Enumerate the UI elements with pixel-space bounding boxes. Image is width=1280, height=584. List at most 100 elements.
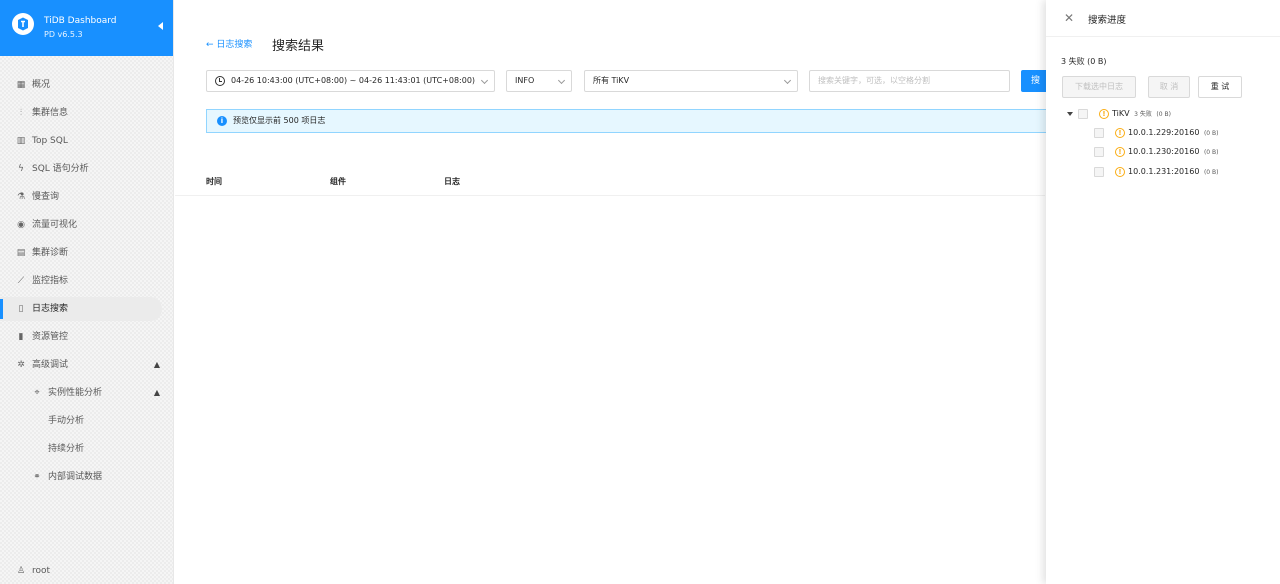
sidebar: TiDB Dashboard PD v6.5.3 ▦ 概况 ⫶ 集群信息 ▥ T… <box>0 0 174 584</box>
sidebar-item-label: 监控指标 <box>32 276 69 286</box>
sidebar-item-label: 概况 <box>32 80 51 90</box>
tidb-logo-icon <box>12 13 34 35</box>
sidebar-item-manual-profiling[interactable]: 手动分析 <box>0 409 162 433</box>
column-component: 组件 <box>330 177 346 186</box>
sidebar-item-instance-profiling[interactable]: ⌖ 实例性能分析 ▲ <box>0 381 162 405</box>
file-search-icon: ▯ <box>18 304 24 314</box>
retry-button[interactable]: 重 试 <box>1198 76 1242 98</box>
sidebar-item-label: 持续分析 <box>48 444 85 454</box>
tree-node-size: (0 B) <box>1203 169 1219 176</box>
tree-node-size: (0 B) <box>1203 130 1219 137</box>
collapse-sidebar-icon[interactable] <box>158 22 163 30</box>
sidebar-menu: ▦ 概况 ⫶ 集群信息 ▥ Top SQL ϟ SQL 语句分析 ⚗ 慢查询 ◉… <box>0 69 174 493</box>
component-select[interactable]: 所有 TiKV <box>584 70 798 92</box>
chart-icon: ▥ <box>16 136 26 146</box>
sidebar-item-advanced-debug[interactable]: ✲ 高级调试 ▲ <box>0 353 162 377</box>
sidebar-item-top-sql[interactable]: ▥ Top SQL <box>0 129 162 153</box>
sidebar-item-label: 集群诊断 <box>32 248 69 258</box>
caret-down-icon[interactable] <box>1067 112 1073 116</box>
brand-header[interactable]: TiDB Dashboard PD v6.5.3 <box>0 0 173 56</box>
tree-node-label: 10.0.1.230:20160 <box>1128 147 1200 156</box>
sidebar-item-user[interactable]: ♙ root <box>0 559 162 583</box>
sidebar-item-log-search[interactable]: ▯ 日志搜索 <box>0 297 162 321</box>
sidebar-item-label: 集群信息 <box>32 108 69 118</box>
page-title: 搜索结果 <box>272 39 325 54</box>
sidebar-item-key-visualizer[interactable]: ◉ 流量可视化 <box>0 213 162 237</box>
sidebar-item-label: 内部调试数据 <box>48 472 103 482</box>
drawer-title: 搜索进度 <box>1088 15 1127 26</box>
sidebar-item-overview[interactable]: ▦ 概况 <box>0 73 162 97</box>
chevron-down-icon <box>557 76 566 85</box>
sidebar-item-sql-statements[interactable]: ϟ SQL 语句分析 <box>0 157 162 181</box>
tree-node-label: 10.0.1.229:20160 <box>1128 128 1200 137</box>
aim-icon: ⌖ <box>34 388 40 398</box>
dashboard-icon: ▦ <box>16 80 26 90</box>
warning-icon: ! <box>1099 109 1109 119</box>
search-button[interactable]: 搜 <box>1021 70 1047 92</box>
log-level-select[interactable]: INFO <box>506 70 572 92</box>
sidebar-item-diagnose[interactable]: ▤ 集群诊断 <box>0 241 162 265</box>
download-selected-logs-button[interactable]: 下载选中日志 <box>1062 76 1136 98</box>
app-title: TiDB Dashboard <box>44 16 117 26</box>
sidebar-item-continuous-profiling[interactable]: 持续分析 <box>0 437 162 461</box>
time-range-value: 04-26 10:43:00 (UTC+08:00) ~ 04-26 11:43… <box>231 76 476 85</box>
line-chart-icon: ⟋ <box>17 276 25 286</box>
sidebar-item-label: 资源管控 <box>32 332 69 342</box>
app-version: PD v6.5.3 <box>44 30 83 39</box>
tree-checkbox[interactable] <box>1094 167 1104 177</box>
sidebar-item-debug-api[interactable]: ⚭ 内部调试数据 <box>0 465 162 489</box>
sidebar-item-label: Top SQL <box>32 136 68 146</box>
log-level-value: INFO <box>515 76 535 85</box>
sidebar-item-label: 手动分析 <box>48 416 85 426</box>
info-icon: i <box>217 116 227 126</box>
chevron-down-icon <box>480 76 489 85</box>
sidebar-item-label: 日志搜索 <box>32 304 69 314</box>
warning-icon: ! <box>1115 128 1125 138</box>
sidebar-user-label: root <box>32 566 51 576</box>
alert-text: 预览仅显示前 500 项日志 <box>233 116 326 125</box>
time-range-picker[interactable]: 04-26 10:43:00 (UTC+08:00) ~ 04-26 11:43… <box>206 70 495 92</box>
tree-node-instance[interactable]: ! 10.0.1.230:20160 (0 B) <box>1067 145 1267 159</box>
search-progress-drawer: ✕ 搜索进度 3 失败 (0 B) 下载选中日志 取 消 重 试 ! TiKV … <box>1046 0 1280 584</box>
tree-node-size: (0 B) <box>1203 149 1219 156</box>
chevron-up-icon: ▲ <box>153 360 160 369</box>
file-icon: ▤ <box>16 248 26 258</box>
sidebar-item-monitoring[interactable]: ⟋ 监控指标 <box>0 269 162 293</box>
book-icon: ▮ <box>18 332 24 342</box>
sidebar-item-label: SQL 语句分析 <box>32 164 89 174</box>
close-icon[interactable]: ✕ <box>1064 11 1074 25</box>
tree-checkbox[interactable] <box>1094 147 1104 157</box>
keyword-search-input[interactable]: 搜索关键字，可选，以空格分割 <box>809 70 1010 92</box>
warning-icon: ! <box>1115 167 1125 177</box>
sidebar-item-cluster-info[interactable]: ⫶ 集群信息 <box>0 101 162 125</box>
cancel-button[interactable]: 取 消 <box>1148 76 1190 98</box>
component-value: 所有 TiKV <box>593 76 630 85</box>
sidebar-item-label: 慢查询 <box>32 192 60 202</box>
clock-icon <box>215 76 225 86</box>
sidebar-item-resource-manager[interactable]: ▮ 资源管控 <box>0 325 162 349</box>
tree-node-instance[interactable]: ! 10.0.1.229:20160 (0 B) <box>1067 126 1267 140</box>
user-icon: ♙ <box>16 566 26 576</box>
tree-node-label: 10.0.1.231:20160 <box>1128 167 1200 176</box>
tree-checkbox[interactable] <box>1094 128 1104 138</box>
column-time: 时间 <box>206 177 222 186</box>
eye-icon: ◉ <box>17 220 25 230</box>
sidebar-item-label: 流量可视化 <box>32 220 78 230</box>
back-to-log-search-link[interactable]: ← 日志搜索 <box>206 37 252 50</box>
sidebar-item-label: 高级调试 <box>32 360 69 370</box>
bolt-icon: ϟ <box>18 164 24 174</box>
preview-limit-alert: i 预览仅显示前 500 项日志 <box>206 109 1046 133</box>
progress-summary: 3 失败 (0 B) <box>1061 57 1107 66</box>
column-log: 日志 <box>444 177 460 186</box>
bug-icon: ✲ <box>17 360 25 370</box>
tree-checkbox[interactable] <box>1078 109 1088 119</box>
tree-node-label: TiKV <box>1112 109 1130 118</box>
tree-node-instance[interactable]: ! 10.0.1.231:20160 (0 B) <box>1067 165 1267 179</box>
drawer-header: ✕ 搜索进度 <box>1046 0 1280 37</box>
sidebar-item-label: 实例性能分析 <box>48 388 103 398</box>
tree-node-status: 3 失败 <box>1134 111 1152 118</box>
tree-node-tikv[interactable]: ! TiKV 3 失败 (0 B) <box>1067 107 1267 121</box>
sidebar-item-slow-query[interactable]: ⚗ 慢查询 <box>0 185 162 209</box>
warning-icon: ! <box>1115 147 1125 157</box>
chevron-down-icon <box>783 76 792 85</box>
